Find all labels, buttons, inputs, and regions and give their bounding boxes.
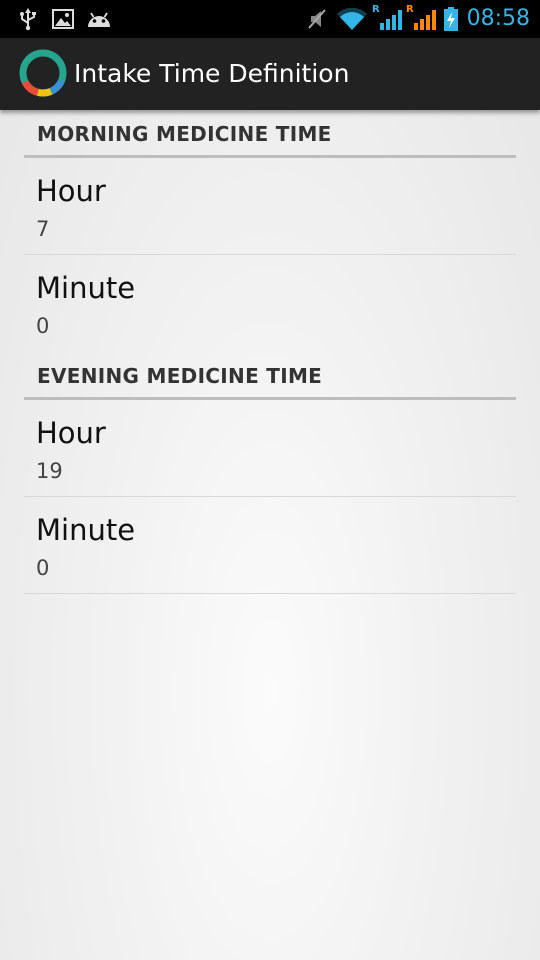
- usb-icon: [18, 0, 38, 38]
- section-header-morning: MORNING MEDICINE TIME: [24, 110, 516, 158]
- android-icon: [86, 0, 112, 38]
- signal-icon-sim2: [412, 0, 438, 38]
- pref-title: Minute: [36, 513, 136, 547]
- app-ring-logo-icon[interactable]: [18, 48, 68, 98]
- pref-value: 0: [36, 556, 50, 580]
- pref-evening-minute[interactable]: Minute 0: [24, 497, 516, 594]
- pref-title: Hour: [36, 174, 106, 208]
- pref-title: Minute: [36, 271, 136, 305]
- action-bar: Intake Time Definition: [0, 38, 540, 110]
- battery-charging-icon: [442, 0, 460, 38]
- image-icon: [52, 0, 74, 38]
- pref-title: Hour: [36, 416, 106, 450]
- page-title: Intake Time Definition: [74, 59, 350, 88]
- status-bar: R R 08:58: [0, 0, 540, 38]
- pref-value: 19: [36, 459, 63, 483]
- pref-value: 7: [36, 217, 50, 241]
- pref-evening-hour[interactable]: Hour 19: [24, 400, 516, 497]
- pref-morning-hour[interactable]: Hour 7: [24, 158, 516, 255]
- pref-value: 0: [36, 314, 50, 338]
- status-time: 08:58: [466, 6, 530, 31]
- preferences-list: MORNING MEDICINE TIME Hour 7 Minute 0 EV…: [24, 110, 516, 594]
- pref-morning-minute[interactable]: Minute 0: [24, 255, 516, 352]
- signal-icon-sim1: [378, 0, 404, 38]
- section-header-evening: EVENING MEDICINE TIME: [24, 352, 516, 400]
- mute-icon: [306, 0, 328, 38]
- wifi-icon: [336, 0, 368, 38]
